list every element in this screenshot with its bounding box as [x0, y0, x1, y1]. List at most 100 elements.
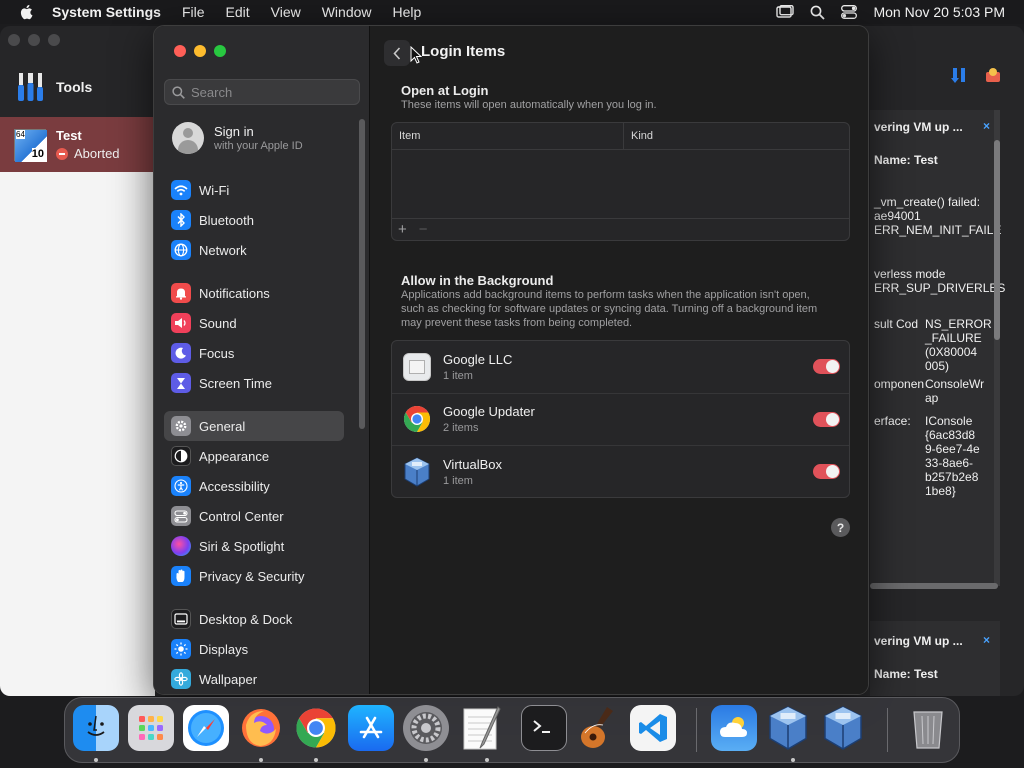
running-indicator: [791, 758, 795, 762]
launchpad-icon[interactable]: [128, 705, 174, 751]
menu-file[interactable]: File: [182, 4, 205, 20]
vbox-zoom-button[interactable]: [48, 34, 60, 46]
menu-view[interactable]: View: [271, 4, 301, 20]
sidebar-item-screen-time[interactable]: Screen Time: [164, 368, 344, 398]
apple-menu-icon[interactable]: [18, 3, 36, 21]
vm-list-item-test[interactable]: 64 10 Test Aborted: [0, 117, 155, 172]
virtualbox-icon: [402, 457, 432, 488]
sidebar-item-general[interactable]: General: [164, 411, 344, 441]
notification-close-button[interactable]: ×: [983, 119, 990, 133]
menu-help[interactable]: Help: [393, 4, 422, 20]
chrome-icon[interactable]: [293, 705, 339, 751]
sidebar-group-desktop: Desktop & Dock Displays Wallpaper: [164, 604, 344, 694]
notification-scrollbar[interactable]: [994, 110, 1000, 586]
menu-app-name[interactable]: System Settings: [52, 4, 161, 20]
weather-icon[interactable]: [711, 705, 757, 751]
vscode-icon[interactable]: [630, 705, 676, 751]
background-item-toggle[interactable]: [813, 359, 840, 374]
sidebar-item-desktop-dock[interactable]: Desktop & Dock: [164, 604, 344, 634]
sidebar-item-siri-spotlight[interactable]: Siri & Spotlight: [164, 531, 344, 561]
back-button[interactable]: [384, 40, 410, 66]
vm-name: Test: [56, 128, 82, 143]
close-button[interactable]: [174, 45, 186, 57]
screen-mirroring-icon[interactable]: [776, 5, 795, 19]
remove-login-item-button[interactable]: −: [419, 221, 428, 238]
sidebar-item-control-center[interactable]: Control Center: [164, 501, 344, 531]
sidebar-item-appearance[interactable]: Appearance: [164, 441, 344, 471]
search-input[interactable]: [191, 84, 351, 100]
page-title: Login Items: [421, 43, 506, 60]
sort-icon[interactable]: [950, 66, 968, 84]
result-code-value: NS_ERROR _FAILURE (0X80004 005): [925, 317, 992, 373]
finder-icon[interactable]: [73, 705, 119, 751]
system-settings-icon[interactable]: [403, 705, 449, 751]
dock-separator: [887, 708, 888, 752]
running-indicator: [424, 758, 428, 762]
sidebar-item-focus[interactable]: Focus: [164, 338, 344, 368]
sidebar-item-label: Accessibility: [199, 478, 270, 494]
sidebar-item-network[interactable]: Network: [164, 235, 344, 265]
machine-tools-icon[interactable]: [984, 66, 1002, 84]
tools-icon: [18, 73, 43, 101]
apple-id-signin[interactable]: Sign in with your Apple ID: [172, 122, 303, 154]
notification-close-button[interactable]: ×: [983, 633, 990, 647]
background-item-count: 1 item: [443, 475, 473, 488]
running-indicator: [259, 758, 263, 762]
dock: [64, 697, 960, 763]
trash-icon[interactable]: [905, 705, 951, 751]
hourglass-icon: [171, 373, 191, 393]
zoom-button[interactable]: [214, 45, 226, 57]
accessibility-icon: [171, 476, 191, 496]
sidebar-item-sound[interactable]: Sound: [164, 308, 344, 338]
virtualbox-icon[interactable]: [765, 705, 811, 751]
search-field[interactable]: [164, 79, 360, 105]
mouse-cursor-icon: [410, 46, 422, 64]
app-store-icon[interactable]: [348, 705, 394, 751]
column-header-kind[interactable]: Kind: [624, 130, 653, 142]
help-button[interactable]: ?: [831, 518, 850, 537]
control-center-icon[interactable]: [841, 5, 858, 19]
garageband-icon[interactable]: [575, 705, 621, 751]
background-item-toggle[interactable]: [813, 411, 840, 427]
sidebar-item-privacy-security[interactable]: Privacy & Security: [164, 561, 344, 591]
minimize-button[interactable]: [194, 45, 206, 57]
textedit-icon[interactable]: [458, 705, 504, 751]
vm-badge-bottom: 10: [31, 147, 44, 160]
vbox-minimize-button[interactable]: [28, 34, 40, 46]
add-login-item-button[interactable]: +: [398, 221, 407, 238]
sidebar-item-displays[interactable]: Displays: [164, 634, 344, 664]
safari-icon[interactable]: [183, 705, 229, 751]
column-header-item[interactable]: Item: [392, 123, 624, 149]
sidebar-item-label: Desktop & Dock: [199, 611, 293, 627]
background-item-name: Google LLC: [443, 351, 513, 367]
component-label: omponen: [874, 377, 925, 391]
vbox-close-button[interactable]: [8, 34, 20, 46]
appearance-icon: [171, 446, 191, 466]
sidebar-item-accessibility[interactable]: Accessibility: [164, 471, 344, 501]
component-value: ConsoleWr ap: [925, 377, 985, 405]
sidebar-scrollbar[interactable]: [359, 119, 365, 429]
sidebar-item-bluetooth[interactable]: Bluetooth: [164, 205, 344, 235]
spotlight-search-icon[interactable]: [810, 5, 826, 20]
gear-icon: [171, 416, 191, 436]
notification-hscrollbar[interactable]: [870, 583, 998, 589]
firefox-icon[interactable]: [238, 705, 284, 751]
terminal-icon[interactable]: [521, 705, 567, 751]
vm-state: Aborted: [56, 146, 120, 161]
siri-icon: [171, 536, 191, 556]
vbox-tools-item[interactable]: Tools: [0, 62, 155, 112]
sidebar-item-wifi[interactable]: Wi-Fi: [164, 175, 344, 205]
table-footer: + −: [392, 218, 849, 240]
menu-window[interactable]: Window: [322, 4, 372, 20]
sidebar-group-notifications: Notifications Sound Focus Screen Time: [164, 278, 344, 398]
sidebar-item-wallpaper[interactable]: Wallpaper: [164, 664, 344, 694]
menu-clock[interactable]: Mon Nov 20 5:03 PM: [873, 4, 1005, 20]
background-item-toggle[interactable]: [813, 464, 840, 480]
notification-name: Name: Test: [874, 153, 938, 167]
sidebar-item-notifications[interactable]: Notifications: [164, 278, 344, 308]
menu-edit[interactable]: Edit: [226, 4, 250, 20]
sidebar-group-network: Wi-Fi Bluetooth Network: [164, 175, 344, 265]
chrome-icon: [402, 404, 432, 434]
sidebar-item-label: Notifications: [199, 285, 270, 301]
virtualbox-vm-icon[interactable]: [820, 705, 866, 751]
